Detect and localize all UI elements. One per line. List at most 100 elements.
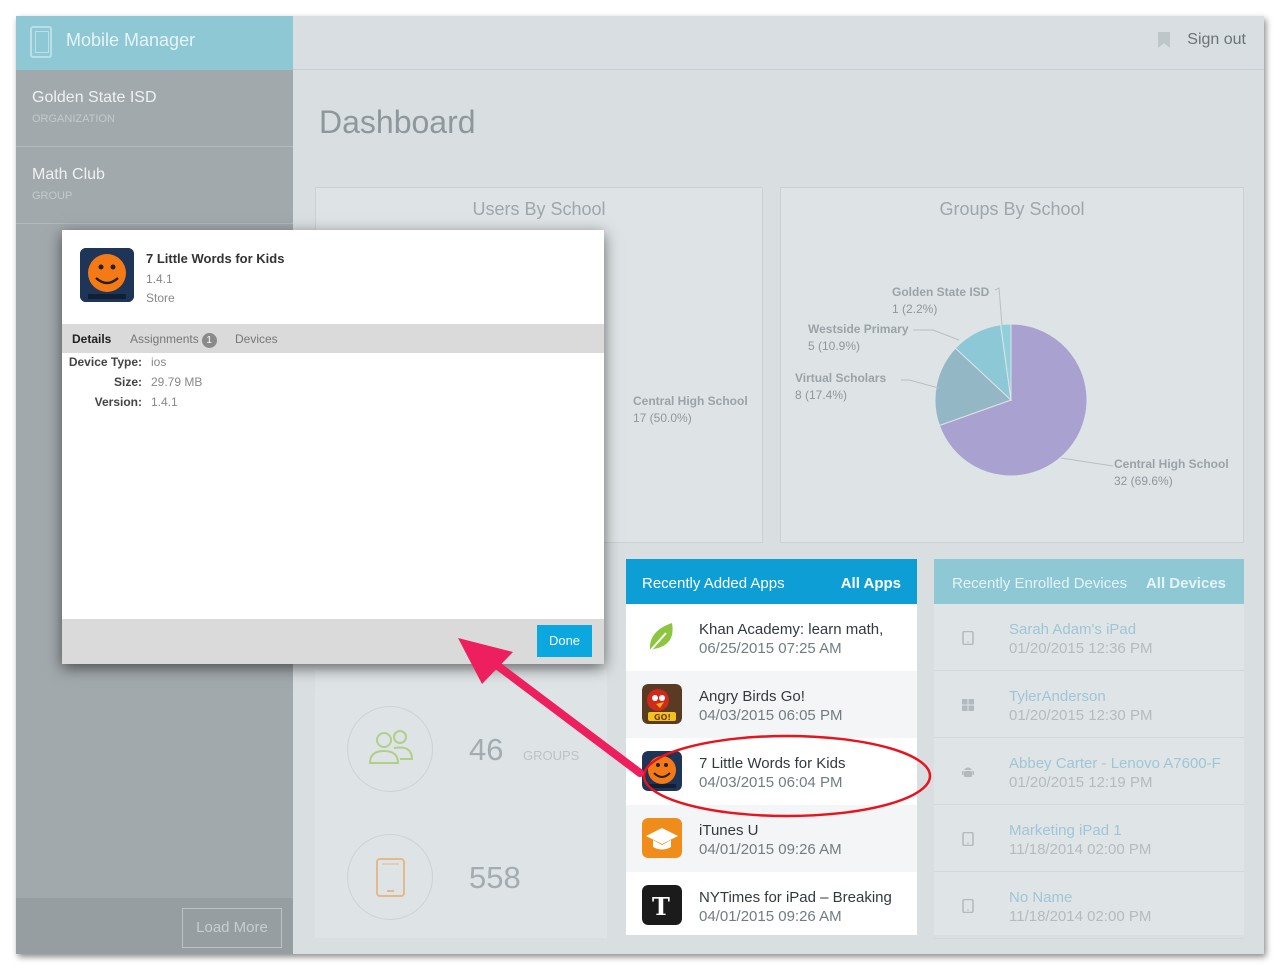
- orange-face-icon: [642, 751, 682, 791]
- modal-tabs: Details Assignments 1 Devices: [62, 324, 604, 353]
- windows-icon: [962, 699, 974, 711]
- tablet-icon: [962, 631, 974, 645]
- sidebar-item-type: GROUP: [32, 190, 73, 202]
- app-row[interactable]: Khan Academy: learn math, 06/25/2015 07:…: [626, 604, 917, 671]
- devices-panel-header: Recently Enrolled Devices All Devices: [934, 559, 1244, 604]
- apps-panel-header: Recently Added Apps All Apps: [626, 559, 917, 604]
- device-name[interactable]: Marketing iPad 1: [1009, 822, 1122, 839]
- device-name[interactable]: Sarah Adam's iPad: [1009, 621, 1136, 638]
- app-row[interactable]: GO! Angry Birds Go! 04/03/2015 06:05 PM: [626, 671, 917, 738]
- device-name[interactable]: Abbey Carter - Lenovo A7600-F: [1009, 755, 1221, 772]
- pie-label-name: Virtual Scholars: [795, 371, 887, 385]
- pie-label-value: 1 (2.2%): [892, 302, 938, 316]
- svg-text:T: T: [652, 892, 670, 921]
- device-date: 11/18/2014 02:00 PM: [1009, 841, 1152, 858]
- pie-label-virtual: Virtual Scholars 8 (17.4%): [795, 370, 886, 404]
- pie-label-westside: Westside Primary 5 (10.9%): [808, 321, 909, 355]
- leaf-icon: [649, 623, 673, 652]
- users-pie-label-name: Central High School: [633, 394, 748, 408]
- groups-count-label: GROUPS: [523, 748, 580, 763]
- page-title: Dashboard: [319, 104, 476, 140]
- pie-label-value: 32 (69.6%): [1114, 474, 1173, 488]
- app-name: Angry Birds Go!: [699, 688, 805, 705]
- device-name[interactable]: No Name: [1009, 889, 1072, 906]
- pie-leader-line: [913, 329, 960, 341]
- sidebar-item-label: Math Club: [32, 166, 105, 183]
- app-details-modal: 7 Little Words for Kids 1.4.1 Store Deta…: [62, 230, 604, 664]
- pie-label-name: Central High School: [1114, 457, 1229, 471]
- sidebar-item-organization[interactable]: Golden State ISD ORGANIZATION: [16, 70, 293, 147]
- app-date: 04/01/2015 09:26 AM: [699, 908, 842, 925]
- detail-label: Device Type:: [68, 355, 142, 369]
- detail-label: Version:: [94, 395, 142, 409]
- app-name: 7 Little Words for Kids: [699, 755, 846, 772]
- groups-by-school-panel: Groups By School Golden State ISD 1 (2.2…: [780, 187, 1244, 543]
- device-date: 01/20/2015 12:36 PM: [1009, 640, 1153, 657]
- app-date: 04/03/2015 06:04 PM: [699, 774, 843, 791]
- app-date: 04/01/2015 09:26 AM: [699, 841, 842, 858]
- recently-added-apps-panel: Recently Added Apps All Apps Khan Academ…: [626, 559, 917, 935]
- recently-enrolled-devices-panel: Recently Enrolled Devices All Devices Sa…: [934, 559, 1244, 939]
- detail-value: 1.4.1: [151, 395, 178, 409]
- device-name[interactable]: TylerAnderson: [1009, 688, 1106, 705]
- tab-details[interactable]: Details: [72, 332, 111, 346]
- stats-panel: 46 GROUPS 558: [315, 670, 607, 938]
- top-bar: Sign out: [293, 16, 1264, 70]
- done-button[interactable]: Done: [537, 625, 592, 657]
- app-name: NYTimes for iPad – Breaking: [699, 889, 892, 906]
- device-row[interactable]: Abbey Carter - Lenovo A7600-F 01/20/2015…: [934, 738, 1244, 805]
- assignments-count-badge: 1: [201, 333, 217, 348]
- sidebar-footer: Load More: [16, 898, 293, 954]
- app-name: Khan Academy: learn math,: [699, 621, 884, 638]
- device-row[interactable]: TylerAnderson 01/20/2015 12:30 PM: [934, 671, 1244, 738]
- device-date: 11/18/2014 02:00 PM: [1009, 908, 1152, 925]
- panel-title: Users By School: [472, 199, 606, 219]
- pie-leader-line: [1060, 457, 1114, 467]
- app-row[interactable]: iTunes U 04/01/2015 09:26 AM: [626, 805, 917, 872]
- devices-panel-title: Recently Enrolled Devices: [952, 575, 1128, 592]
- app-row[interactable]: T NYTimes for iPad – Breaking 04/01/2015…: [626, 872, 917, 939]
- sign-out-link[interactable]: Sign out: [1187, 31, 1246, 49]
- load-more-button[interactable]: Load More: [182, 908, 282, 948]
- devices-count: 558: [469, 860, 521, 895]
- modal-app-source: Store: [146, 291, 175, 305]
- pie-leader-line: [994, 287, 1003, 326]
- device-row[interactable]: Sarah Adam's iPad 01/20/2015 12:36 PM: [934, 604, 1244, 671]
- app-window: Mobile Manager Sign out Golden State ISD…: [16, 16, 1264, 954]
- angry-birds-icon: GO!: [642, 684, 682, 724]
- app-date: 04/03/2015 06:05 PM: [699, 707, 843, 724]
- device-row[interactable]: Marketing iPad 1 11/18/2014 02:00 PM: [934, 805, 1244, 872]
- users-pie-label: Central High School 17 (50.0%): [633, 393, 748, 427]
- app-row-highlighted[interactable]: 7 Little Words for Kids 04/03/2015 06:04…: [626, 738, 917, 805]
- detail-value: 29.79 MB: [151, 375, 203, 389]
- modal-app-name: 7 Little Words for Kids: [146, 251, 285, 266]
- tab-assignments-label: Assignments: [130, 332, 199, 346]
- pie-leader-line: [901, 379, 940, 389]
- pie-label-central: Central High School 32 (69.6%): [1114, 456, 1229, 490]
- pie-label-name: Golden State ISD: [892, 285, 990, 299]
- all-devices-link[interactable]: All Devices: [1146, 575, 1226, 592]
- svg-text:GO!: GO!: [654, 713, 671, 722]
- device-row[interactable]: No Name 11/18/2014 02:00 PM: [934, 872, 1244, 939]
- sidebar-item-label: Golden State ISD: [32, 89, 157, 106]
- pie-label-value: 5 (10.9%): [808, 339, 861, 353]
- brand-bar: Mobile Manager: [16, 16, 293, 70]
- sidebar-item-type: ORGANIZATION: [32, 113, 115, 125]
- tablet-icon: [962, 899, 974, 913]
- bookmark-icon[interactable]: [1158, 32, 1170, 48]
- sidebar-item-group[interactable]: Math Club GROUP: [16, 147, 293, 224]
- app-date: 06/25/2015 07:25 AM: [699, 640, 842, 657]
- groups-count: 46: [469, 732, 504, 767]
- detail-label: Size:: [113, 375, 142, 389]
- groups-stat-circle: [347, 706, 433, 792]
- apps-panel-title: Recently Added Apps: [642, 575, 785, 592]
- all-apps-link[interactable]: All Apps: [841, 575, 901, 592]
- pie-label-name: Westside Primary: [808, 322, 909, 336]
- tab-devices[interactable]: Devices: [235, 332, 278, 346]
- orange-face-icon: [80, 248, 134, 302]
- groups-pie-chart: [901, 287, 1114, 477]
- pie-label-value: 8 (17.4%): [795, 388, 848, 402]
- tablet-icon: [376, 858, 405, 897]
- tab-assignments[interactable]: Assignments 1: [130, 332, 217, 348]
- android-icon: [962, 767, 974, 777]
